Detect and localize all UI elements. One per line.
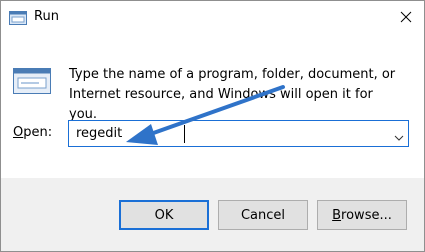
open-label-mnemonic: O (13, 125, 24, 140)
ok-button[interactable]: OK (119, 200, 209, 230)
text-cursor (184, 125, 185, 143)
browse-label-rest: rowse... (341, 207, 392, 223)
description-text: Type the name of a program, folder, docu… (69, 67, 396, 122)
browse-mnemonic: B (332, 207, 342, 223)
open-label-rest: pen: (23, 125, 53, 140)
open-label: Open: (13, 125, 52, 140)
window-title: Run (34, 9, 59, 24)
run-dialog: Run Type the name of a program, folder, … (0, 0, 425, 252)
title-bar: Run (1, 1, 424, 33)
run-program-icon (13, 68, 51, 94)
run-icon (9, 10, 27, 25)
close-icon (400, 8, 412, 27)
button-bar: OK Cancel Browse... (1, 178, 424, 251)
browse-button[interactable]: Browse... (317, 200, 407, 230)
chevron-down-icon[interactable] (394, 128, 404, 141)
dialog-body: Type the name of a program, folder, docu… (1, 33, 424, 178)
open-combobox[interactable]: regedit (68, 120, 409, 147)
close-button[interactable] (387, 1, 424, 33)
cancel-button[interactable]: Cancel (218, 200, 308, 230)
open-input[interactable]: regedit (76, 126, 122, 141)
